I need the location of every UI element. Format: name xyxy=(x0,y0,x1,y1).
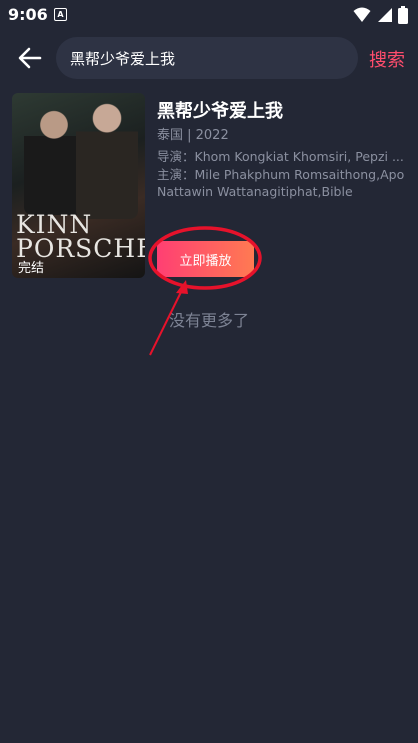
status-bar: 9:06 A xyxy=(0,0,418,30)
result-cast: 主演：Mile Phakphum Romsaithong,Apo Nattawi… xyxy=(157,167,405,199)
status-time: 9:06 xyxy=(8,5,48,24)
battery-icon xyxy=(398,6,408,24)
search-button[interactable]: 搜索 xyxy=(369,46,405,72)
no-more-text: 没有更多了 xyxy=(168,311,249,330)
search-header: 搜索 xyxy=(0,36,418,80)
poster-title: KINN PORSCHE xyxy=(16,210,145,263)
result-director: 导演：Khom Kongkiat Khomsiri, Pepzi ... xyxy=(157,149,404,164)
search-box[interactable] xyxy=(56,37,358,79)
back-arrow-icon xyxy=(18,47,42,69)
poster-figure-left xyxy=(24,105,84,215)
back-button[interactable] xyxy=(16,44,44,72)
poster-image[interactable]: KINN PORSCHE 完结 xyxy=(12,93,145,278)
result-card[interactable]: KINN PORSCHE 完结 黑帮少爷爱上我 泰国 | 2022 导演：Kho… xyxy=(12,93,412,283)
search-input[interactable] xyxy=(68,48,346,68)
status-badge: 完结 xyxy=(18,261,45,276)
result-title[interactable]: 黑帮少爷爱上我 xyxy=(157,97,283,123)
signal-icon xyxy=(378,8,392,22)
wifi-icon xyxy=(353,7,371,22)
notification-icon: A xyxy=(54,8,67,21)
result-meta: 泰国 | 2022 xyxy=(157,128,229,143)
play-now-button[interactable]: 立即播放 xyxy=(157,241,254,277)
poster-figure-right xyxy=(76,99,138,219)
status-icons xyxy=(353,6,408,24)
